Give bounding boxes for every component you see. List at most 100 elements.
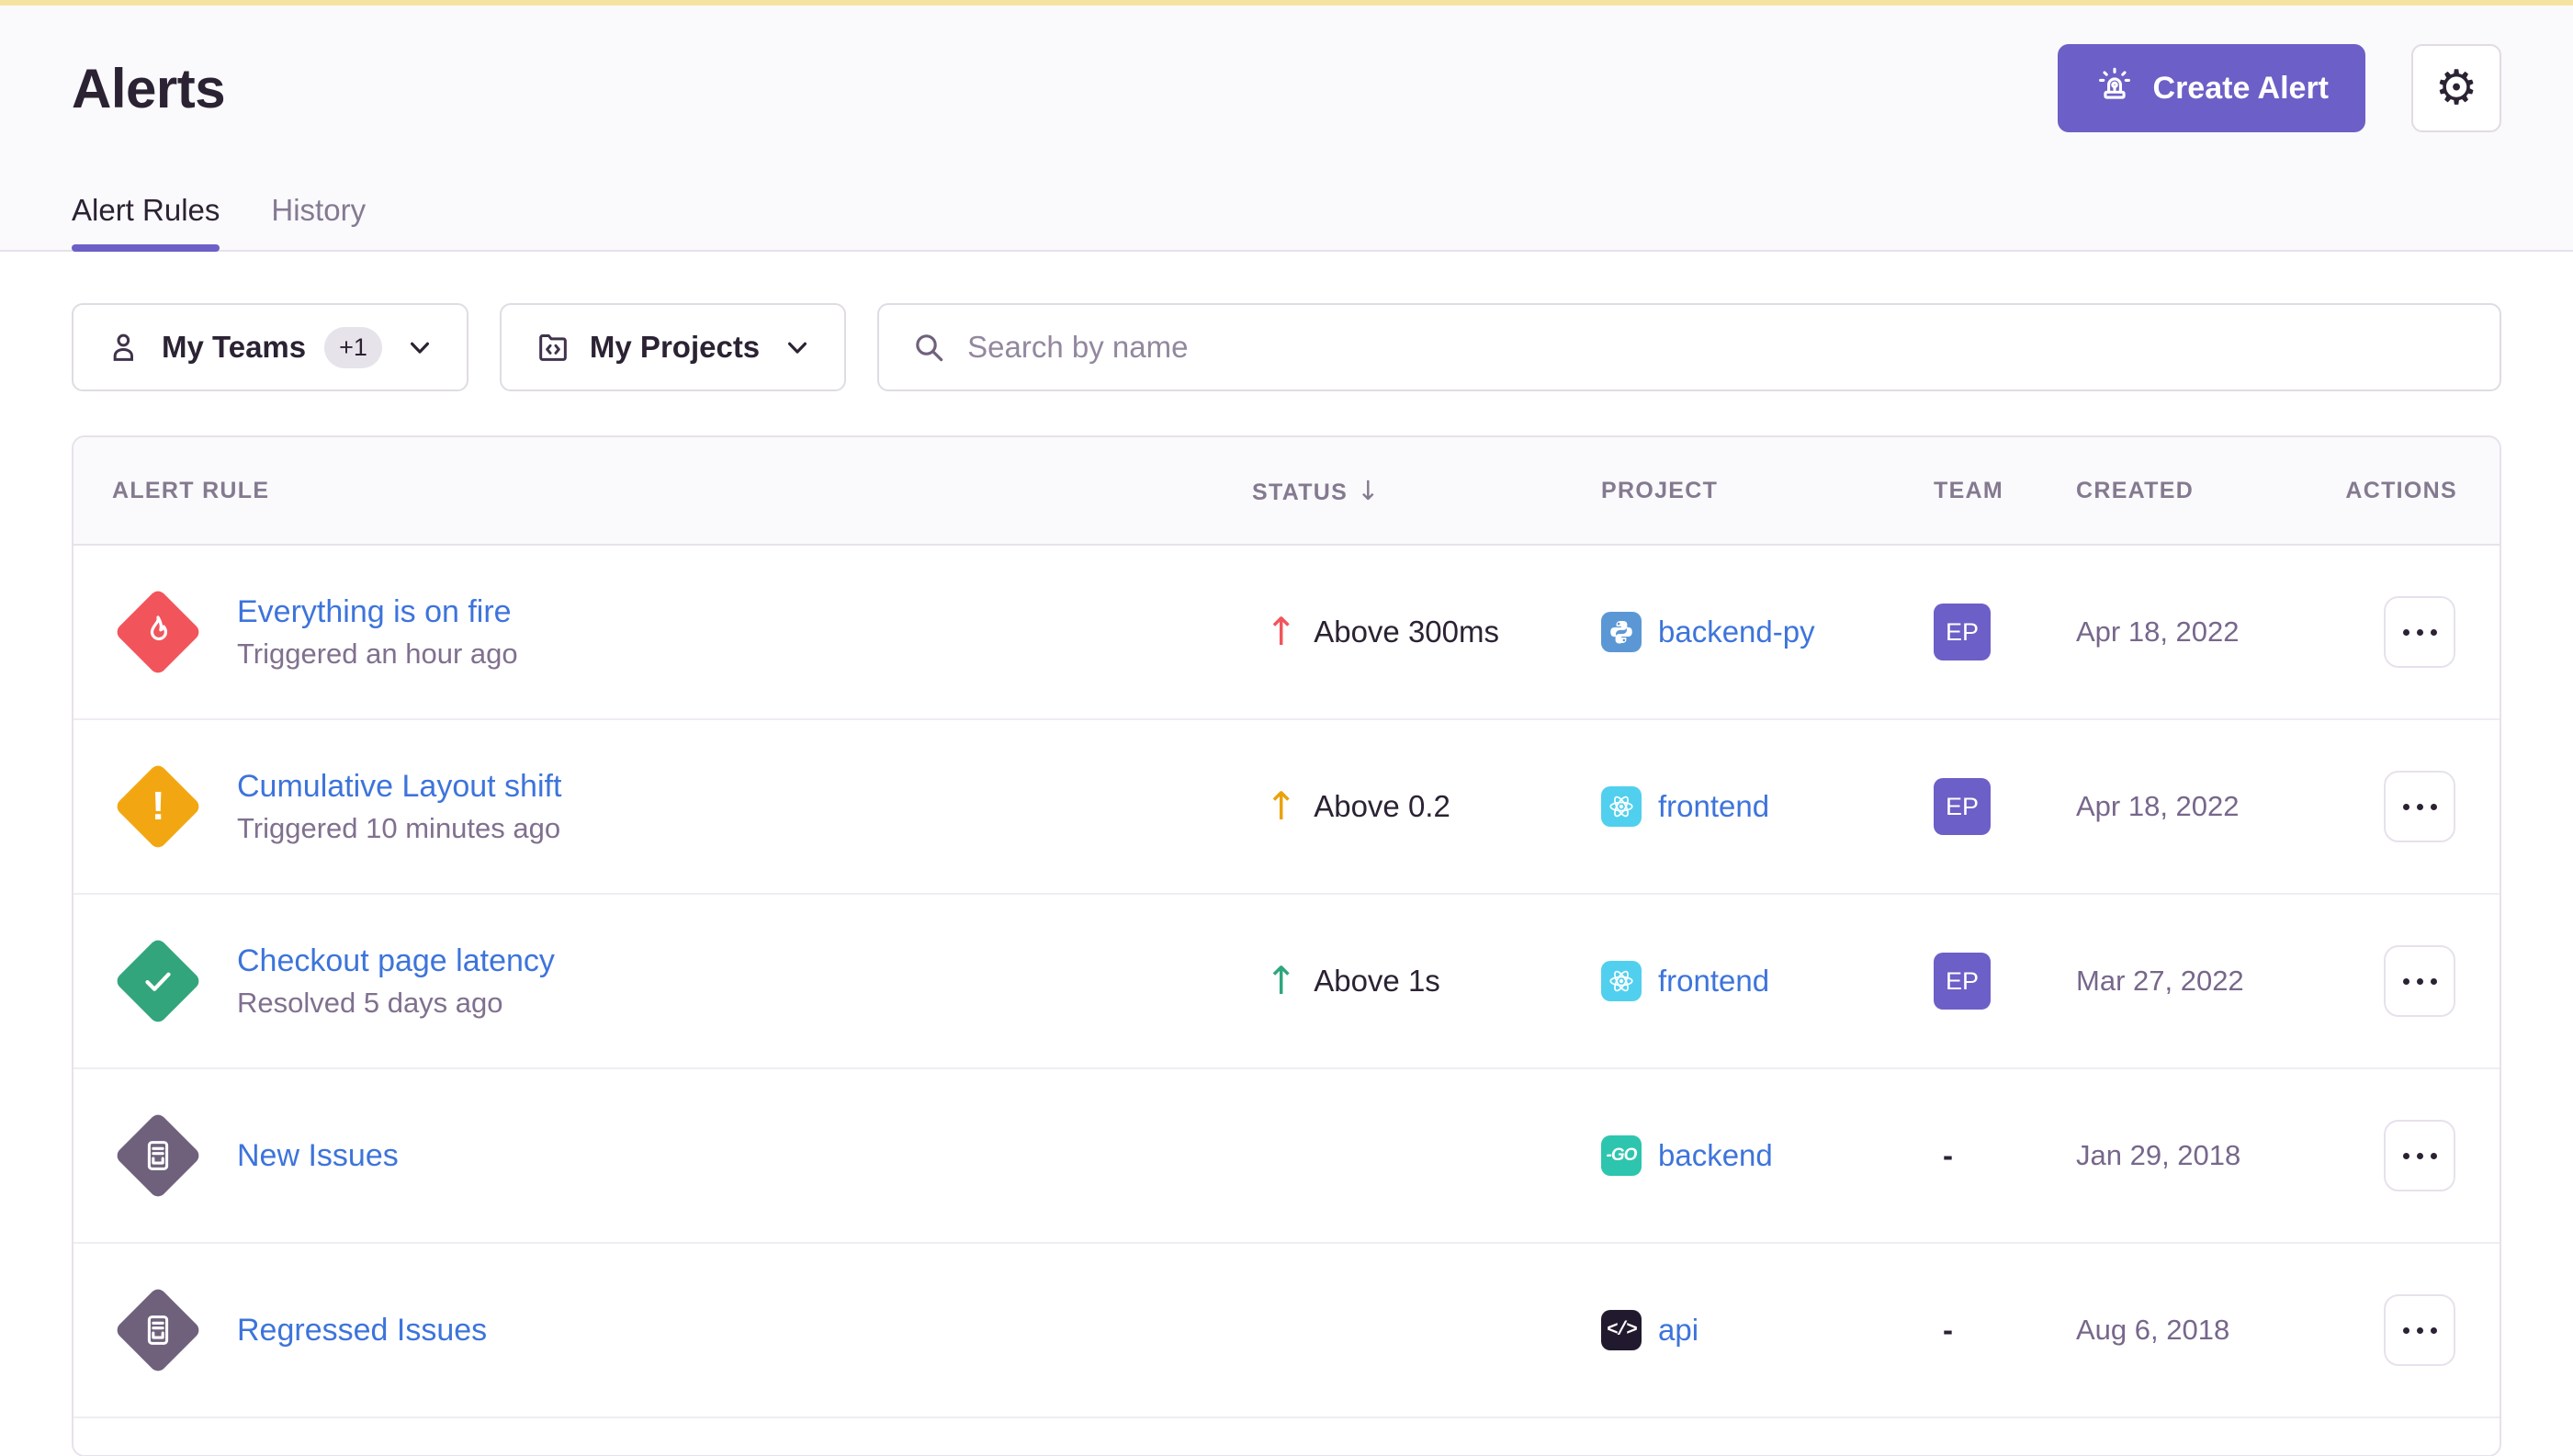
table-row: ! Cumulative Layout shift Triggered 10 m… — [73, 720, 2500, 895]
gear-icon: ⚙ — [2435, 64, 2478, 112]
ellipsis-icon — [2403, 1327, 2409, 1334]
search-input[interactable] — [967, 330, 2468, 365]
chevron-down-icon — [784, 333, 811, 361]
user-icon — [107, 329, 143, 366]
team-cell: - — [1934, 1313, 2076, 1348]
exclamation-icon: ! — [152, 786, 165, 827]
search-icon — [910, 329, 947, 366]
row-actions-button[interactable] — [2384, 1120, 2455, 1191]
react-platform-icon — [1601, 786, 1642, 827]
created-date: Aug 6, 2018 — [2076, 1314, 2340, 1347]
actions-cell — [2340, 1294, 2500, 1366]
row-actions-button[interactable] — [2384, 771, 2455, 842]
project-link[interactable]: api — [1658, 1313, 1698, 1348]
alert-rule-cell: Regressed Issues — [73, 1284, 1252, 1376]
alert-rule-cell: New Issues — [73, 1110, 1252, 1202]
partial-next-row — [73, 1418, 2500, 1455]
created-date: Jan 29, 2018 — [2076, 1139, 2340, 1172]
chevron-down-icon — [406, 333, 434, 361]
project-cell: frontend — [1601, 961, 1934, 1001]
ellipsis-icon — [2403, 1153, 2409, 1159]
row-actions-button[interactable] — [2384, 596, 2455, 668]
ellipsis-icon — [2403, 978, 2409, 985]
settings-button[interactable]: ⚙ — [2411, 44, 2501, 132]
alert-rule-subtitle: Triggered an hour ago — [237, 638, 518, 671]
actions-cell — [2340, 771, 2500, 842]
tab-alert-rules[interactable]: Alert Rules — [72, 193, 220, 250]
resolved-alert-icon — [112, 935, 204, 1027]
created-date: Mar 27, 2022 — [2076, 965, 2340, 998]
alert-rule-cell: Everything is on fire Triggered an hour … — [73, 586, 1252, 678]
status-cell: ↑ Above 0.2 — [1252, 787, 1601, 826]
column-header-status[interactable]: Status↓ — [1252, 475, 1601, 506]
alert-rule-link[interactable]: Regressed Issues — [237, 1313, 487, 1349]
status-cell: ↑ Above 300ms — [1252, 613, 1601, 651]
alert-rules-table: Alert Rule Status↓ Project Team Created … — [72, 435, 2501, 1456]
react-platform-icon — [1601, 961, 1642, 1001]
status-text: Above 1s — [1314, 964, 1440, 999]
python-platform-icon — [1601, 612, 1642, 652]
alert-rule-cell: ! Cumulative Layout shift Triggered 10 m… — [73, 761, 1252, 852]
team-avatar: EP — [1934, 953, 1991, 1010]
team-cell: EP — [1934, 604, 2076, 660]
created-date: Apr 18, 2022 — [2076, 615, 2340, 649]
projects-filter-button[interactable]: My Projects — [500, 303, 846, 391]
alert-rule-link[interactable]: Checkout page latency — [237, 943, 555, 979]
teams-count-badge: +1 — [324, 327, 382, 368]
issue-alert-icon — [112, 1284, 204, 1376]
team-cell: EP — [1934, 953, 2076, 1010]
alert-rule-subtitle: Triggered 10 minutes ago — [237, 812, 561, 845]
search-field[interactable] — [877, 303, 2501, 391]
row-actions-button[interactable] — [2384, 945, 2455, 1017]
page-title: Alerts — [72, 57, 225, 120]
sort-descending-icon: ↓ — [1357, 475, 1381, 506]
project-link[interactable]: backend — [1658, 1138, 1773, 1173]
alert-rule-link[interactable]: Cumulative Layout shift — [237, 769, 561, 805]
project-cell: frontend — [1601, 786, 1934, 827]
status-cell: ↑ Above 1s — [1252, 962, 1601, 1000]
project-link[interactable]: frontend — [1658, 789, 1769, 824]
teams-filter-button[interactable]: My Teams +1 — [72, 303, 468, 391]
actions-cell — [2340, 596, 2500, 668]
tab-history[interactable]: History — [271, 193, 366, 250]
table-header-row: Alert Rule Status↓ Project Team Created … — [73, 437, 2500, 546]
siren-icon — [2094, 64, 2135, 113]
team-cell: - — [1934, 1138, 2076, 1173]
project-link[interactable]: frontend — [1658, 964, 1769, 999]
row-actions-button[interactable] — [2384, 1294, 2455, 1366]
arrow-up-icon: ↑ — [1265, 962, 1297, 1000]
arrow-up-icon: ↑ — [1265, 787, 1297, 826]
alert-rule-subtitle: Resolved 5 days ago — [237, 987, 555, 1020]
team-avatar: EP — [1934, 604, 1991, 660]
team-none: - — [1934, 1138, 1953, 1173]
go-platform-icon: -GO — [1601, 1135, 1642, 1176]
header-actions: Create Alert ⚙ — [2058, 44, 2501, 132]
arrow-up-icon: ↑ — [1265, 613, 1297, 651]
project-cell: backend-py — [1601, 612, 1934, 652]
create-alert-button[interactable]: Create Alert — [2058, 44, 2365, 132]
table-row: Everything is on fire Triggered an hour … — [73, 546, 2500, 720]
page-header: Alerts Create Alert ⚙ Alert Rules Histor — [0, 6, 2573, 252]
issues-stack-icon — [137, 1309, 179, 1351]
alert-rule-link[interactable]: New Issues — [237, 1138, 399, 1174]
column-header-project: Project — [1601, 478, 1934, 504]
alert-rule-link[interactable]: Everything is on fire — [237, 594, 518, 630]
status-text: Above 0.2 — [1314, 789, 1450, 824]
alert-rule-cell: Checkout page latency Resolved 5 days ag… — [73, 935, 1252, 1027]
column-header-created: Created — [2076, 478, 2340, 504]
column-header-actions: Actions — [2340, 478, 2500, 504]
critical-alert-icon — [112, 586, 204, 678]
tab-bar: Alert Rules History — [72, 193, 2501, 250]
ellipsis-icon — [2403, 629, 2409, 636]
created-date: Apr 18, 2022 — [2076, 790, 2340, 823]
main-content: My Teams +1 My Projects Alert Rule Statu… — [0, 252, 2573, 1456]
project-cell: </> api — [1601, 1310, 1934, 1350]
issue-alert-icon — [112, 1110, 204, 1202]
create-alert-label: Create Alert — [2153, 71, 2329, 107]
status-text: Above 300ms — [1314, 615, 1499, 649]
project-link[interactable]: backend-py — [1658, 615, 1815, 649]
actions-cell — [2340, 945, 2500, 1017]
actions-cell — [2340, 1120, 2500, 1191]
ellipsis-icon — [2403, 804, 2409, 810]
column-header-alert-rule: Alert Rule — [73, 478, 1252, 504]
